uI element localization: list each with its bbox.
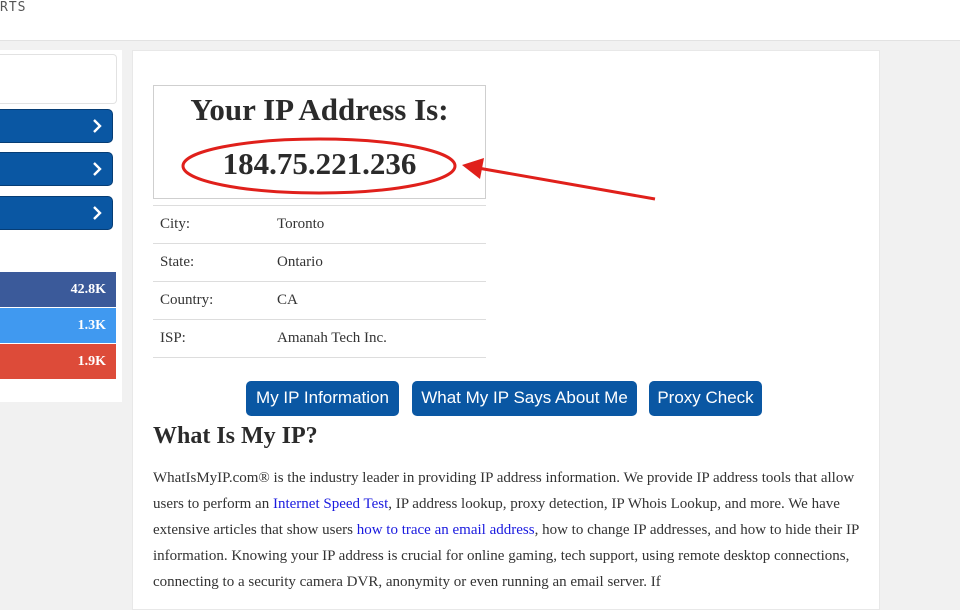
left-sidebar: 42.8K 1.3K 1.9K [0,50,122,402]
table-row: State: Ontario [153,243,486,282]
google-plus-share-count[interactable]: 1.9K [0,344,116,379]
chevron-right-icon [93,162,102,176]
my-ip-information-button[interactable]: My IP Information [246,381,399,416]
chevron-right-icon [93,206,102,220]
ip-address-value: 184.75.221.236 [222,146,417,181]
sidebar-panel [0,54,117,104]
top-nav-bar: RTS [0,0,960,41]
sidebar-nav-button-3[interactable] [0,196,113,230]
isp-value: Amanah Tech Inc. [270,319,486,358]
table-row: City: Toronto [153,205,486,244]
internet-speed-test-link[interactable]: Internet Speed Test [273,496,388,512]
country-value: CA [270,281,486,320]
city-label: City: [153,205,270,244]
sidebar-nav-button-1[interactable] [0,109,113,143]
state-label: State: [153,243,270,282]
proxy-check-button[interactable]: Proxy Check [649,381,762,416]
sidebar-nav-button-2[interactable] [0,152,113,186]
facebook-share-count[interactable]: 42.8K [0,272,116,307]
table-row: ISP: Amanah Tech Inc. [153,319,486,358]
article-paragraph: WhatIsMyIP.com® is the industry leader i… [153,465,863,595]
twitter-share-count[interactable]: 1.3K [0,308,116,343]
country-label: Country: [153,281,270,320]
ip-address-box: Your IP Address Is: 184.75.221.236 [153,85,486,199]
main-content-card: Your IP Address Is: 184.75.221.236 City:… [132,50,880,610]
ip-info-table: City: Toronto State: Ontario Country: CA… [153,205,486,358]
chevron-right-icon [93,119,102,133]
state-value: Ontario [270,243,486,282]
ip-heading: Your IP Address Is: [190,92,449,127]
isp-label: ISP: [153,319,270,358]
city-value: Toronto [270,205,486,244]
trace-email-link[interactable]: how to trace an email address [357,522,535,538]
what-my-ip-says-button[interactable]: What My IP Says About Me [412,381,637,416]
section-title: What Is My IP? [153,423,318,449]
nav-item-fragment[interactable]: RTS [0,0,26,15]
table-row: Country: CA [153,281,486,320]
